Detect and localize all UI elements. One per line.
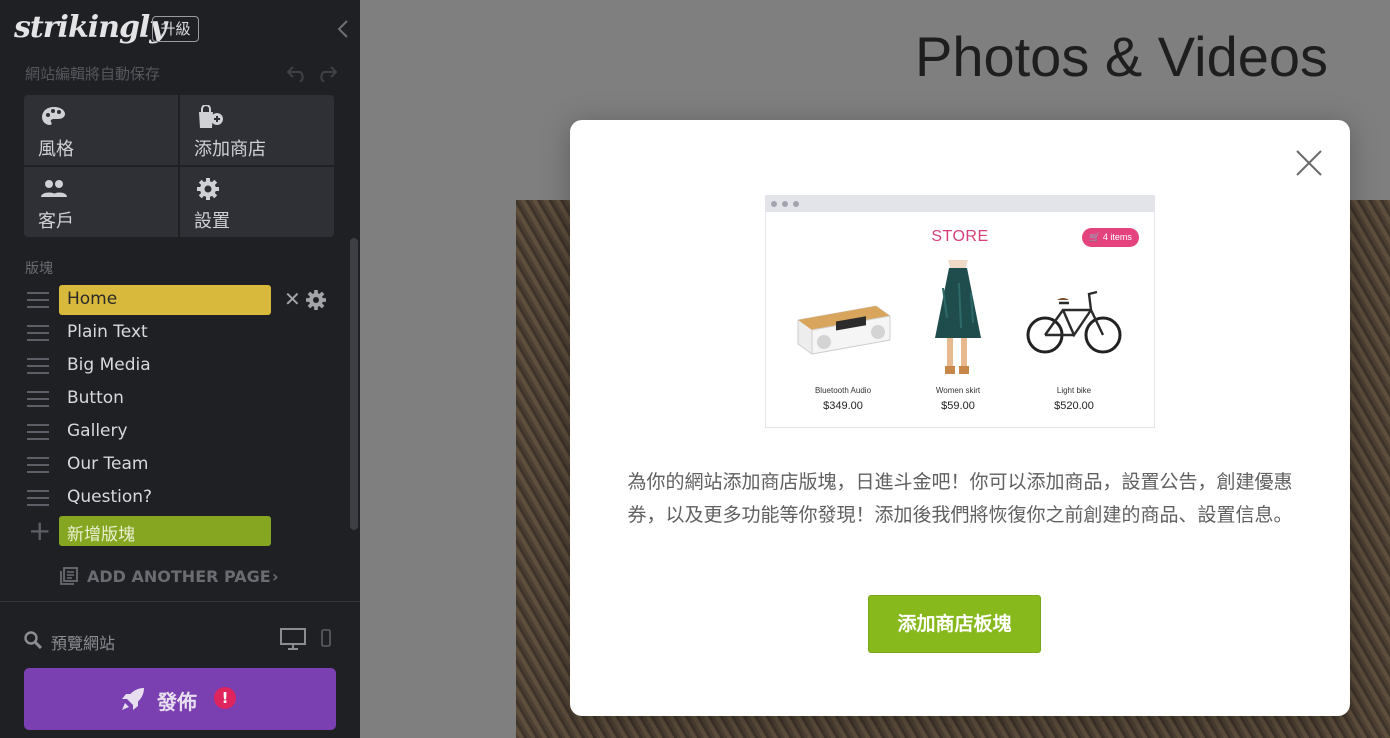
cart-badge: 🛒 4 items	[1082, 228, 1139, 247]
block-name: Button	[67, 388, 124, 408]
gear-icon	[197, 178, 219, 200]
block-row-button[interactable]: Button	[0, 384, 345, 414]
sidebar-scrollbar[interactable]	[350, 238, 358, 530]
product-price: $349.00	[823, 400, 863, 412]
palette-icon	[42, 107, 65, 125]
tile-style[interactable]: 風格	[24, 95, 178, 165]
search-icon	[24, 631, 42, 649]
store-add-icon	[199, 105, 223, 128]
strikingly-logo[interactable]: strikingly	[14, 10, 167, 45]
delete-block-icon[interactable]: ✕	[284, 287, 301, 311]
drag-handle-icon[interactable]	[27, 490, 49, 506]
window-dot	[793, 201, 799, 207]
product-price: $520.00	[1054, 400, 1094, 412]
pages-icon	[60, 567, 78, 585]
add-block-button[interactable]: 新增版塊	[67, 520, 135, 545]
store-preview-illustration: STORE 🛒 4 items Bluetooth Audio $349.00 …	[765, 195, 1155, 428]
block-row-home[interactable]: Home ✕	[0, 285, 345, 315]
rocket-icon	[122, 688, 144, 710]
drag-handle-icon[interactable]	[27, 292, 49, 308]
add-store-modal: STORE 🛒 4 items Bluetooth Audio $349.00 …	[570, 120, 1350, 716]
block-row-our-team[interactable]: Our Team	[0, 450, 345, 480]
drag-handle-icon[interactable]	[27, 358, 49, 374]
block-name: Question?	[67, 487, 153, 507]
cart-label: 4 items	[1102, 232, 1132, 242]
bike-image	[1026, 290, 1122, 354]
tile-label: 設置	[194, 211, 230, 232]
product-name: Bluetooth Audio	[814, 386, 872, 395]
window-dot	[771, 201, 777, 207]
chevron-right-icon: ›	[272, 567, 279, 586]
drag-handle-icon[interactable]	[27, 325, 49, 341]
upgrade-button[interactable]: 升級	[152, 16, 199, 42]
alert-badge-icon: !	[214, 687, 236, 709]
browser-bar	[766, 196, 1154, 212]
block-row-plain-text[interactable]: Plain Text	[0, 318, 345, 348]
block-name: Home	[67, 289, 118, 309]
add-store-block-button[interactable]: 添加商店板塊	[868, 595, 1041, 653]
speaker-image	[797, 305, 891, 355]
drag-handle-icon[interactable]	[27, 457, 49, 473]
sidebar-tiles: 風格 添加商店 客戶 設置	[24, 95, 335, 237]
blocks-section-title: 版塊	[25, 261, 53, 277]
add-block-row[interactable]: + 新增版塊	[0, 516, 345, 546]
product-price: $59.00	[941, 400, 975, 412]
block-row-big-media[interactable]: Big Media	[0, 351, 345, 381]
publish-button[interactable]: 發佈 !	[24, 668, 336, 730]
window-dot	[782, 201, 788, 207]
tile-add-store[interactable]: 添加商店	[180, 95, 334, 165]
product-name: Light bike	[1056, 386, 1092, 395]
block-row-gallery[interactable]: Gallery	[0, 417, 345, 447]
product-card: Bluetooth Audio $349.00	[788, 258, 898, 418]
product-name: Women skirt	[935, 386, 981, 395]
plus-icon[interactable]: +	[28, 516, 51, 546]
drag-handle-icon[interactable]	[27, 391, 49, 407]
autosave-status: 網站編輯將自動保存	[25, 65, 161, 83]
publish-label: 發佈	[157, 690, 197, 714]
product-card: Women skirt $59.00	[903, 258, 1013, 418]
modal-message: 為你的網站添加商店版塊，日進斗金吧！你可以添加商品，設置公告，創建優惠券，以及更…	[627, 471, 1293, 526]
undo-icon[interactable]	[286, 64, 308, 82]
collapse-sidebar-icon[interactable]	[334, 16, 352, 42]
block-name: Our Team	[67, 454, 149, 474]
product-card: Light bike $520.00	[1019, 258, 1129, 418]
preview-site-link[interactable]: 預覽網站	[51, 630, 115, 654]
mobile-icon[interactable]	[321, 629, 331, 647]
tile-label: 客戶	[38, 211, 74, 232]
section-heading[interactable]: Photos & Videos	[915, 24, 1328, 89]
block-name: Gallery	[67, 421, 128, 441]
block-name: Plain Text	[67, 322, 148, 342]
sidebar-divider	[0, 601, 360, 602]
close-icon[interactable]	[1294, 148, 1324, 178]
desktop-icon[interactable]	[280, 628, 306, 650]
block-row-question[interactable]: Question?	[0, 483, 345, 513]
add-page-label: ADD ANOTHER PAGE	[87, 567, 271, 586]
block-name: Big Media	[67, 355, 151, 375]
tile-label: 添加商店	[194, 139, 266, 160]
tile-customers[interactable]: 客戶	[24, 167, 178, 237]
skirt-image	[935, 260, 981, 374]
tile-label: 風格	[38, 139, 74, 160]
drag-handle-icon[interactable]	[27, 424, 49, 440]
tile-settings[interactable]: 設置	[180, 167, 334, 237]
redo-icon[interactable]	[316, 64, 338, 82]
people-icon	[41, 180, 67, 197]
editor-sidebar: strikingly 升級 網站編輯將自動保存 風格 添加商店 客戶 設置 版塊…	[0, 0, 360, 738]
block-settings-icon[interactable]	[305, 289, 327, 311]
